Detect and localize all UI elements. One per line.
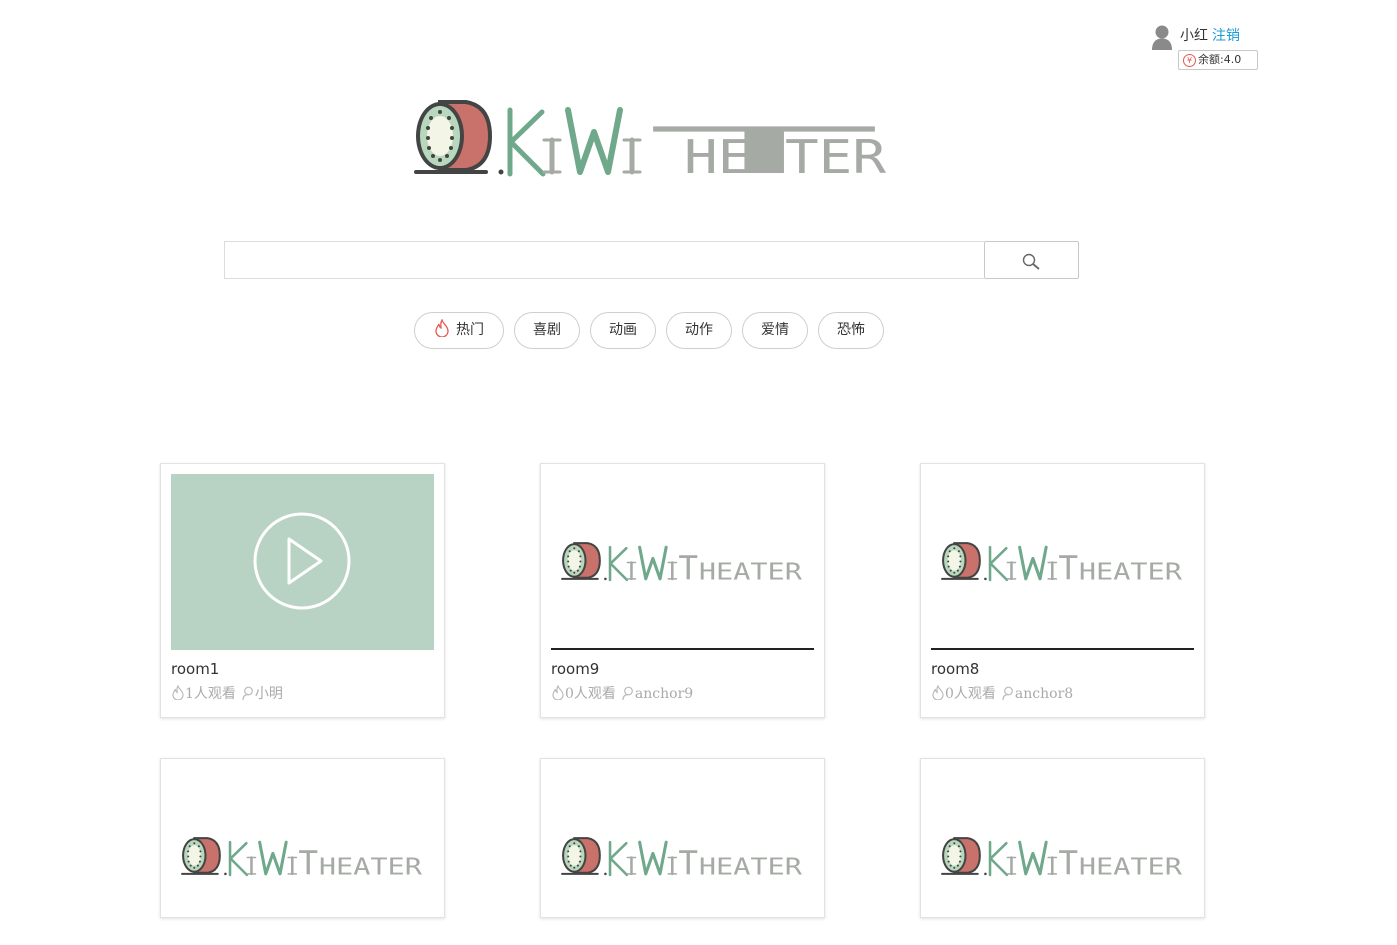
fire-icon: [435, 319, 449, 337]
category-label: 动画: [609, 322, 637, 338]
category-label: 动作: [685, 322, 713, 338]
room-card[interactable]: room1 1人观看 小明: [160, 463, 445, 718]
room-title: room9: [551, 660, 600, 678]
category-comedy[interactable]: 喜剧: [514, 312, 580, 349]
room-meta: 1人观看 小明: [171, 683, 283, 703]
kiwi-theater-logo: [940, 836, 1185, 884]
avatar-icon: [1152, 25, 1172, 50]
room-thumbnail[interactable]: [171, 769, 434, 945]
balance-badge: ¥ 余额:4.0: [1178, 50, 1258, 70]
viewer-count: 0人观看: [565, 686, 616, 702]
room-card[interactable]: [160, 758, 445, 918]
divider: [551, 648, 814, 650]
category-horror[interactable]: 恐怖: [818, 312, 884, 349]
kiwi-theater-logo: [940, 541, 1185, 589]
viewer-count: 0人观看: [945, 686, 996, 702]
category-animation[interactable]: 动画: [590, 312, 656, 349]
room-title: room1: [171, 660, 220, 678]
anchor-name: 小明: [254, 686, 283, 702]
viewer-count: 1人观看: [185, 686, 236, 702]
user-icon: [242, 686, 253, 701]
balance-label: 余额:: [1198, 53, 1224, 66]
anchor-name: anchor9: [634, 686, 694, 702]
room-thumbnail[interactable]: [551, 474, 814, 650]
room-thumbnail[interactable]: [551, 769, 814, 945]
category-label: 恐怖: [837, 322, 865, 338]
fire-icon: [932, 684, 944, 701]
user-icon: [1002, 686, 1013, 701]
kiwi-theater-logo: T HEATER: [414, 100, 886, 182]
balance-value: 4.0: [1223, 53, 1242, 66]
room-card[interactable]: room9 0人观看 anchor9: [540, 463, 825, 718]
room-title: room8: [931, 660, 980, 678]
kiwi-theater-logo: [560, 836, 805, 884]
category-label: 爱情: [761, 322, 789, 338]
room-card[interactable]: [920, 758, 1205, 918]
svg-text:HEATER: HEATER: [684, 130, 886, 182]
room-thumbnail[interactable]: [171, 474, 434, 650]
play-icon: [253, 512, 351, 610]
room-card[interactable]: [540, 758, 825, 918]
search-button[interactable]: [984, 241, 1079, 279]
username: 小红: [1180, 28, 1208, 44]
category-label: 热门: [456, 322, 484, 338]
kiwi-theater-logo: [560, 541, 805, 589]
fire-icon: [172, 684, 184, 701]
room-card[interactable]: room8 0人观看 anchor8: [920, 463, 1205, 718]
room-thumbnail[interactable]: [931, 474, 1194, 650]
fire-icon: [552, 684, 564, 701]
anchor-name: anchor8: [1014, 686, 1074, 702]
room-meta: 0人观看 anchor9: [551, 683, 693, 703]
divider: [931, 648, 1194, 650]
category-action[interactable]: 动作: [666, 312, 732, 349]
category-romance[interactable]: 爱情: [742, 312, 808, 349]
category-label: 喜剧: [533, 322, 561, 338]
kiwi-theater-logo: [180, 836, 425, 884]
yen-icon: ¥: [1183, 53, 1196, 67]
logout-link[interactable]: 注销: [1212, 25, 1240, 45]
user-panel: 小红 注销 ¥ 余额:4.0: [1150, 22, 1270, 74]
category-hot[interactable]: 热门: [414, 312, 504, 349]
search-icon: [1022, 253, 1040, 270]
search-input[interactable]: [224, 241, 984, 279]
room-thumbnail[interactable]: [931, 769, 1194, 945]
user-icon: [622, 686, 633, 701]
room-meta: 0人观看 anchor8: [931, 683, 1073, 703]
